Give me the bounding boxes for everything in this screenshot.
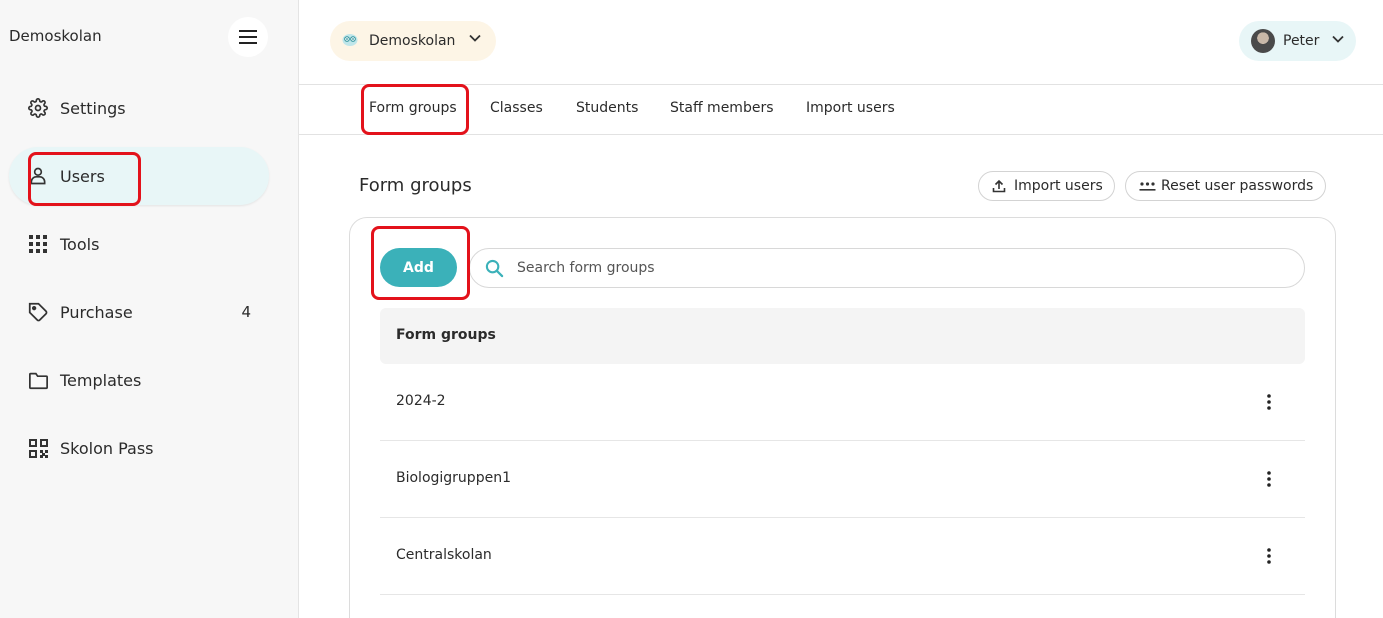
sidebar-item-label: Settings bbox=[60, 98, 126, 118]
password-dots-icon bbox=[1139, 182, 1156, 191]
sidebar: Demoskolan Settings Users Tools Purchase… bbox=[0, 0, 299, 618]
school-logo-icon bbox=[342, 34, 358, 46]
more-options-button[interactable] bbox=[1257, 544, 1281, 568]
kebab-menu-icon bbox=[1267, 394, 1271, 410]
search-field bbox=[469, 248, 1305, 288]
tab-staff-members[interactable]: Staff members bbox=[670, 100, 774, 116]
sidebar-brand: Demoskolan bbox=[9, 27, 102, 45]
kebab-menu-icon bbox=[1267, 471, 1271, 487]
grid-icon bbox=[27, 233, 49, 255]
form-group-name: Centralskolan bbox=[396, 547, 492, 563]
more-options-button[interactable] bbox=[1257, 467, 1281, 491]
table-header: Form groups bbox=[380, 308, 1305, 364]
sidebar-item-skolon-pass[interactable]: Skolon Pass bbox=[9, 419, 269, 477]
purchase-count-badge: 4 bbox=[241, 303, 251, 321]
column-header-form-groups[interactable]: Form groups bbox=[396, 327, 496, 343]
sidebar-item-settings[interactable]: Settings bbox=[9, 79, 269, 137]
chevron-down-icon bbox=[469, 34, 481, 42]
avatar bbox=[1251, 29, 1275, 53]
sidebar-item-label: Purchase bbox=[60, 302, 133, 322]
hamburger-icon bbox=[239, 30, 257, 44]
tab-students[interactable]: Students bbox=[576, 100, 638, 116]
tab-classes[interactable]: Classes bbox=[490, 100, 543, 116]
table-row[interactable]: 2024-2 bbox=[380, 364, 1305, 441]
sidebar-item-label: Templates bbox=[60, 370, 142, 390]
sidebar-item-users[interactable]: Users bbox=[9, 147, 269, 205]
school-selector[interactable]: Demoskolan bbox=[330, 21, 496, 61]
gear-icon bbox=[27, 97, 49, 119]
tag-icon bbox=[27, 301, 49, 323]
upload-icon bbox=[992, 179, 1006, 193]
kebab-menu-icon bbox=[1267, 548, 1271, 564]
user-name: Peter bbox=[1283, 33, 1320, 49]
import-users-button[interactable]: Import users bbox=[978, 171, 1115, 201]
import-users-label: Import users bbox=[1014, 178, 1103, 194]
qr-code-icon bbox=[27, 437, 49, 459]
sidebar-item-tools[interactable]: Tools bbox=[9, 215, 269, 273]
header-divider bbox=[299, 84, 1383, 85]
folder-icon bbox=[27, 369, 49, 391]
table-row[interactable]: Biologigruppen1 bbox=[380, 441, 1305, 518]
school-selector-label: Demoskolan bbox=[369, 33, 456, 49]
form-group-name: Biologigruppen1 bbox=[396, 470, 511, 486]
sidebar-item-label: Tools bbox=[60, 234, 100, 254]
tab-import-users[interactable]: Import users bbox=[806, 100, 895, 116]
hamburger-menu-button[interactable] bbox=[228, 17, 268, 57]
add-button[interactable]: Add bbox=[380, 248, 457, 287]
sidebar-item-label: Users bbox=[60, 166, 105, 186]
tab-form-groups[interactable]: Form groups bbox=[369, 100, 457, 116]
search-icon bbox=[485, 259, 504, 278]
sidebar-item-purchase[interactable]: Purchase 4 bbox=[9, 283, 269, 341]
reset-passwords-label: Reset user passwords bbox=[1161, 178, 1314, 194]
user-icon bbox=[27, 165, 49, 187]
sidebar-item-label: Skolon Pass bbox=[60, 438, 154, 458]
more-options-button[interactable] bbox=[1257, 390, 1281, 414]
page-title: Form groups bbox=[359, 175, 472, 196]
user-menu[interactable]: Peter bbox=[1239, 21, 1356, 61]
search-input[interactable] bbox=[517, 258, 1277, 278]
chevron-down-icon bbox=[1332, 35, 1344, 43]
tabs-divider bbox=[299, 134, 1383, 135]
sidebar-item-templates[interactable]: Templates bbox=[9, 351, 269, 409]
form-group-name: 2024-2 bbox=[396, 393, 446, 409]
reset-passwords-button[interactable]: Reset user passwords bbox=[1125, 171, 1326, 201]
table-row[interactable]: Centralskolan bbox=[380, 518, 1305, 595]
